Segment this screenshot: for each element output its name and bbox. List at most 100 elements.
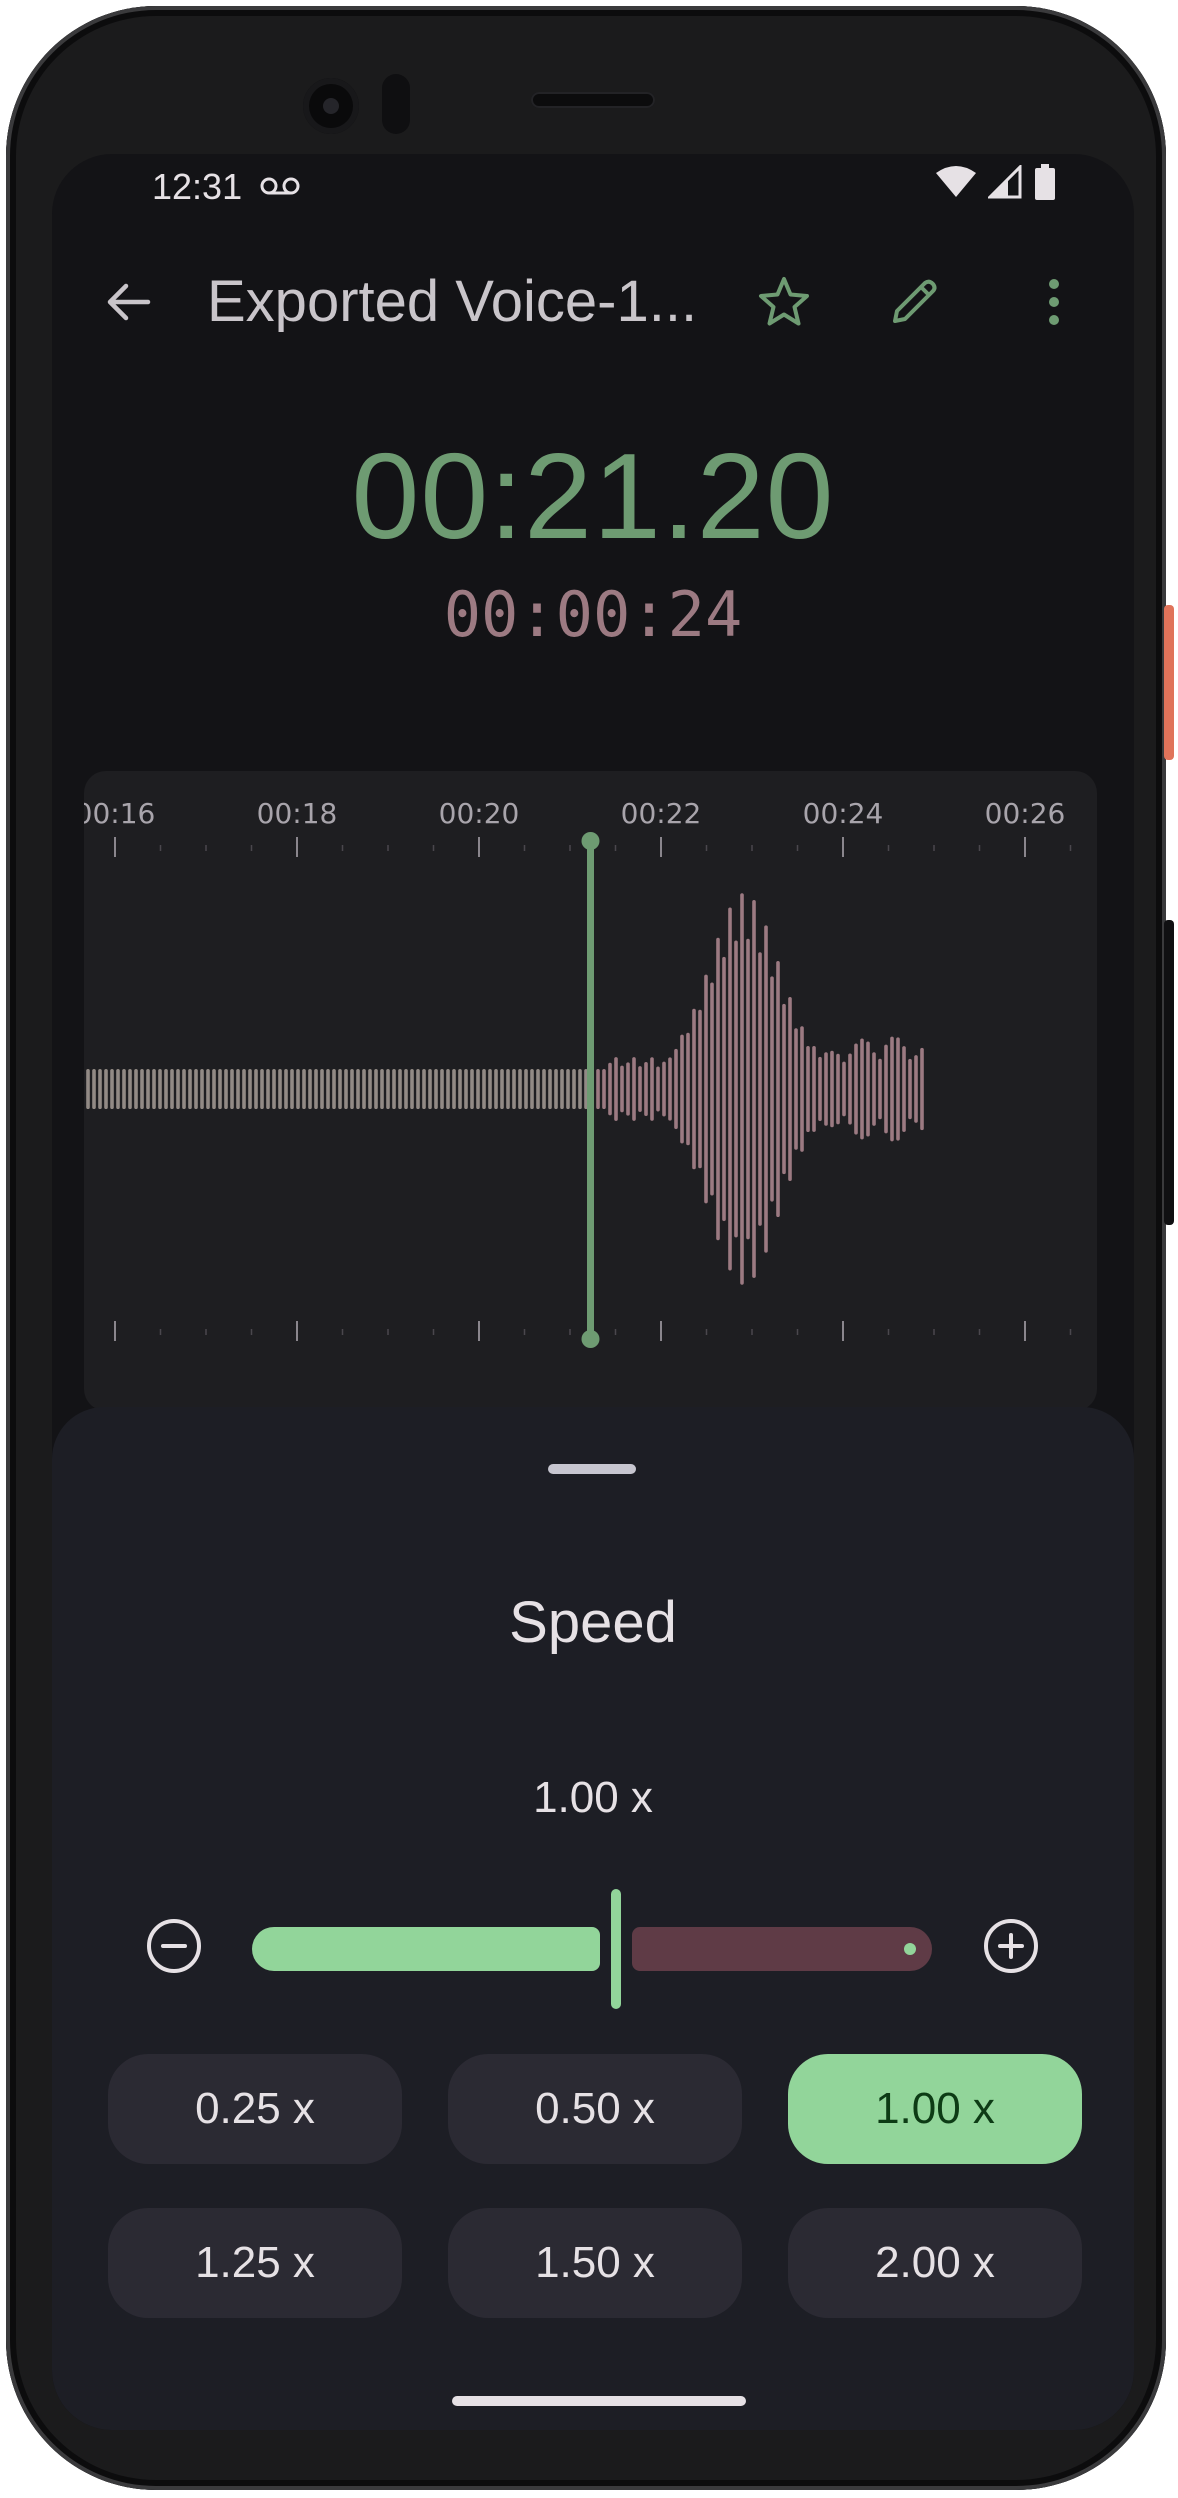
phone-frame: 12:31 Exported Voice-1... 00:21.20 00:00… [6,6,1166,2490]
pencil-icon [893,279,937,323]
waveform-bar [374,1069,378,1109]
wifi-icon [936,165,976,204]
slider-end-dot [904,1943,916,1955]
waveform-bar [344,1069,348,1109]
screen: 12:31 Exported Voice-1... 00:21.20 00:00… [52,154,1134,2430]
waveform-bar [722,956,726,1222]
waveform-bar [110,1069,114,1109]
earpiece-speaker [531,92,655,108]
waveform-bar [380,1069,384,1109]
waveform-bar [782,1003,786,1175]
waveform-bar [572,1069,576,1109]
speed-chip-1.50[interactable]: 1.50 x [448,2208,742,2318]
waveform-bar [548,1069,552,1109]
playhead-bottom-handle [581,1330,600,1348]
elapsed-time: 00:21.20 [351,428,835,564]
waveform-bar [776,961,780,1217]
waveform-bar [560,1069,564,1109]
signal-icon [986,163,1022,204]
waveform-bar [698,1009,702,1169]
waveform-bar [602,1069,606,1109]
waveform-bar [728,907,732,1271]
waveform-bar [854,1043,858,1135]
waveform-bar [416,1069,420,1109]
waveform-bar [284,1069,288,1109]
waveform-bar [164,1069,168,1109]
waveform-bar [230,1069,234,1109]
speed-chip-1.25[interactable]: 1.25 x [108,2208,402,2318]
timeline-tick-label: 00:22 [621,797,702,830]
frame-time: 00:00:24 [443,578,743,651]
waveform-bar [464,1069,468,1109]
battery-icon [1034,164,1056,205]
waveform-bar [404,1069,408,1109]
waveform-bar [896,1037,900,1141]
waveform-bar [806,1045,810,1133]
favorite-button[interactable] [752,270,816,334]
waveform-bar [758,952,762,1226]
waveform-bar [410,1069,414,1109]
waveform-bar [446,1069,450,1109]
waveform-bar [182,1069,186,1109]
waveform-bar [884,1044,888,1134]
waveform-bar [266,1069,270,1109]
waveform-bar [632,1057,636,1121]
waveform-bar [152,1069,156,1109]
timeline-tick-label: 00:20 [439,797,520,830]
waveform-bar [620,1065,624,1113]
drag-handle[interactable] [548,1464,636,1474]
waveform-bar [128,1069,132,1109]
waveform-bar [386,1069,390,1109]
increase-speed-button[interactable] [978,1913,1044,1979]
waveform-panel[interactable]: 00:16 00:18 00:20 00:22 00:24 00:26 [84,771,1097,1411]
waveform-bar [614,1057,618,1121]
waveform-graph[interactable]: 00:16 00:18 00:20 00:22 00:24 00:26 [84,771,1097,1411]
waveform-bar [308,1069,312,1109]
waveform-bar [536,1069,540,1109]
slider-thumb[interactable] [611,1889,621,2009]
waveform-bar [710,982,714,1196]
speed-chip-0.25[interactable]: 0.25 x [108,2054,402,2164]
more-options-button[interactable] [1022,270,1086,334]
waveform-bar [830,1050,834,1128]
waveform-bar [704,974,708,1204]
waveform-bar [668,1057,672,1121]
waveform-bar [836,1053,840,1125]
minus-circle-icon [147,1919,201,1973]
back-button[interactable] [98,272,158,332]
waveform-bar [452,1069,456,1109]
waveform-bar [350,1069,354,1109]
speed-slider[interactable] [252,1889,932,2009]
timeline-tick-label: 00:18 [257,797,338,830]
waveform-bar [812,1046,816,1132]
waveform-bar [158,1069,162,1109]
waveform-bar [320,1069,324,1109]
speed-chip-1.00[interactable]: 1.00 x [788,2054,1082,2164]
waveform-bar [740,893,744,1285]
waveform-bar [656,1066,660,1112]
slider-inactive-track [632,1927,932,1971]
waveform-bar [824,1052,828,1126]
waveform-bar [476,1069,480,1109]
waveform-bar [578,1069,582,1109]
rename-button[interactable] [882,270,946,334]
top-app-bar: Exported Voice-1... [52,242,1134,362]
decrease-speed-button[interactable] [141,1913,207,1979]
waveform-bar [608,1062,612,1116]
speed-value: 1.00 x [533,1773,653,1822]
waveform-bar [332,1069,336,1109]
waveform-bar [224,1069,228,1109]
timeline-tick-label: 00:16 [84,797,155,830]
waveform-bar [146,1069,150,1109]
waveform-bar [554,1069,558,1109]
gesture-bar[interactable] [452,2396,746,2406]
speed-chip-0.50[interactable]: 0.50 x [448,2054,742,2164]
arrow-back-icon [107,283,151,321]
speed-chip-2.00[interactable]: 2.00 x [788,2208,1082,2318]
waveform-bar [398,1069,402,1109]
waveform-bar [716,937,720,1241]
waveform-bar [356,1069,360,1109]
more-vert-icon [1049,279,1059,325]
waveform-bar [440,1069,444,1109]
waveform-bar [674,1048,678,1130]
